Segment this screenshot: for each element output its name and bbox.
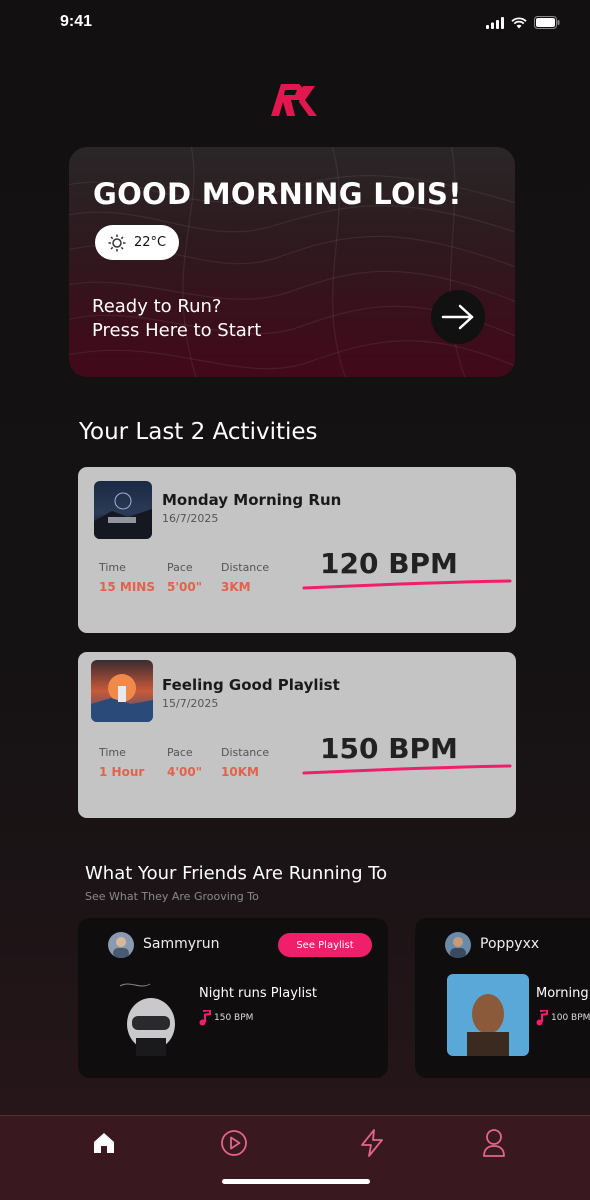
distance-value: 10KM: [221, 765, 259, 779]
playlist-bpm: 150 BPM: [199, 1010, 253, 1026]
bpm-value: 120 BPM: [320, 547, 458, 580]
friend-playlist-card[interactable]: Poppyxx Morning 100 BPM: [415, 918, 590, 1078]
activity-thumbnail: [94, 481, 152, 539]
pace-value: 4'00": [167, 765, 202, 779]
activity-date: 15/7/2025: [162, 697, 219, 710]
avatar: [108, 932, 134, 958]
time-value: 1 Hour: [99, 765, 145, 779]
play-icon: [221, 1130, 247, 1156]
playlist-name: Night runs Playlist: [199, 986, 317, 1001]
pace-value: 5'00": [167, 580, 202, 594]
friend-name: Poppyxx: [480, 936, 540, 952]
greeting-title: GOOD MORNING LOIS!: [93, 177, 462, 211]
playlist-name: Morning: [536, 986, 589, 1001]
activity-date: 16/7/2025: [162, 512, 219, 525]
activity-card[interactable]: Monday Morning Run 16/7/2025 Time 15 MIN…: [78, 467, 516, 633]
start-run-card[interactable]: GOOD MORNING LOIS! 22°C Ready to Run? Pr…: [69, 147, 515, 377]
battery-icon: [534, 16, 560, 29]
status-bar: 9:41: [0, 0, 590, 48]
home-icon: [94, 1133, 114, 1153]
bottom-navigation: [0, 1115, 590, 1200]
bpm-text: 150 BPM: [214, 1013, 254, 1023]
time-value: 15 MINS: [99, 580, 155, 594]
activity-card[interactable]: Feeling Good Playlist 15/7/2025 Time 1 H…: [78, 652, 516, 818]
profile-icon: [483, 1129, 505, 1157]
music-note-icon: [199, 1010, 211, 1026]
playlist-bpm: 100 BPM: [536, 1010, 590, 1026]
activities-title: Your Last 2 Activities: [79, 419, 318, 445]
weather-badge: 22°C: [95, 225, 179, 260]
pace-label: Pace: [167, 746, 193, 759]
bpm-underline: [302, 579, 512, 590]
pace-label: Pace: [167, 561, 193, 574]
nav-profile[interactable]: [479, 1128, 509, 1158]
bpm-value: 150 BPM: [320, 732, 458, 765]
nav-activity[interactable]: [357, 1128, 387, 1158]
activity-thumbnail: [91, 660, 153, 722]
status-time: 9:41: [60, 13, 93, 30]
see-playlist-button[interactable]: See Playlist: [278, 933, 372, 957]
nav-play[interactable]: [219, 1128, 249, 1158]
distance-value: 3KM: [221, 580, 251, 594]
status-icons: [486, 16, 560, 29]
distance-label: Distance: [221, 561, 270, 574]
sun-icon: [108, 234, 126, 251]
lightning-icon: [361, 1129, 383, 1157]
home-indicator: [222, 1179, 370, 1184]
nav-home[interactable]: [89, 1128, 119, 1158]
avatar: [445, 932, 471, 958]
distance-label: Distance: [221, 746, 270, 759]
friend-playlist-card[interactable]: Sammyrun See Playlist Night runs Playlis…: [78, 918, 388, 1078]
friends-subtitle: See What They Are Grooving To: [85, 890, 259, 903]
app-logo: [271, 84, 317, 116]
album-cover: [110, 974, 192, 1056]
start-run-button[interactable]: [431, 290, 485, 344]
time-label: Time: [99, 561, 126, 574]
cta-line-2: Press Here to Start: [92, 320, 262, 341]
bpm-text: 100 BPM: [551, 1013, 590, 1023]
arrow-right-icon: [441, 304, 474, 330]
time-label: Time: [99, 746, 126, 759]
friend-name: Sammyrun: [143, 936, 220, 952]
music-note-icon: [536, 1010, 548, 1026]
activity-title: Monday Morning Run: [162, 491, 342, 509]
bpm-underline: [302, 764, 512, 775]
activity-title: Feeling Good Playlist: [162, 676, 340, 694]
album-cover: [447, 974, 529, 1056]
temperature-value: 22°C: [133, 235, 167, 250]
wifi-icon: [511, 16, 527, 28]
start-run-text: Ready to Run? Press Here to Start: [92, 295, 261, 343]
friends-title: What Your Friends Are Running To: [85, 863, 388, 884]
signal-icon: [486, 16, 504, 29]
cta-line-1: Ready to Run?: [92, 296, 222, 317]
